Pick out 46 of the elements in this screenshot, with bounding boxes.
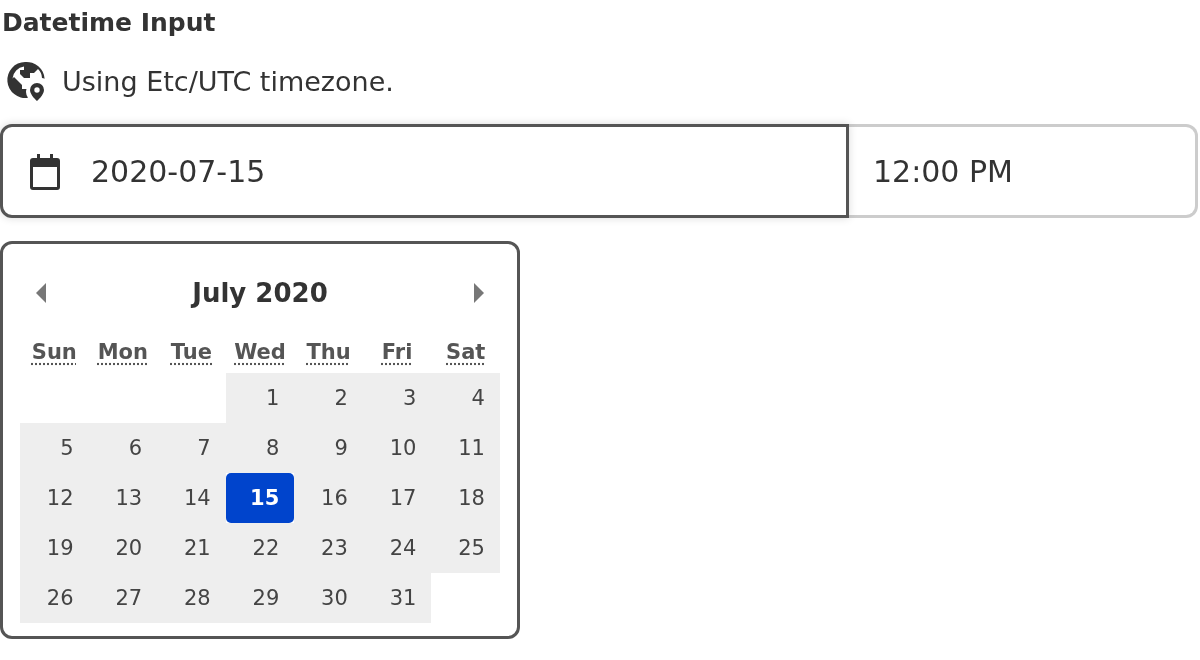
calendar-day[interactable]: 14 [157, 473, 226, 523]
calendar-day[interactable]: 22 [225, 523, 295, 573]
calendar-day[interactable]: 31 [362, 573, 432, 623]
weekday-header: Sun [31, 340, 77, 364]
globe-pin-icon [4, 60, 48, 102]
calendar-day[interactable]: 17 [362, 473, 432, 523]
weekday-header: Wed [234, 340, 286, 364]
calendar-day[interactable]: 1 [225, 373, 295, 423]
weekday-header: Tue [170, 340, 213, 364]
calendar-day[interactable]: 19 [20, 523, 89, 573]
calendar-day[interactable]: 6 [88, 423, 158, 473]
date-field[interactable]: 2020-07-15 [0, 124, 849, 218]
calendar-day[interactable]: 10 [362, 423, 432, 473]
calendar-day[interactable]: 4 [431, 373, 500, 423]
weekday-header: Sat [446, 340, 486, 364]
calendar-day[interactable]: 16 [294, 473, 363, 523]
calendar-day[interactable]: 2 [294, 373, 363, 423]
calendar-day[interactable]: 8 [225, 423, 295, 473]
month-title: July 2020 [192, 278, 328, 308]
calendar-day[interactable]: 5 [20, 423, 89, 473]
next-month-button[interactable] [472, 281, 486, 305]
calendar-day[interactable]: 9 [294, 423, 363, 473]
calendar-day[interactable]: 25 [431, 523, 500, 573]
weekday-header: Thu [306, 340, 351, 364]
calendar-day[interactable]: 28 [157, 573, 226, 623]
section-title: Datetime Input [1, 7, 216, 39]
calendar-day[interactable]: 7 [157, 423, 226, 473]
weekday-header: Mon [97, 340, 148, 364]
previous-month-button[interactable] [34, 281, 48, 305]
calendar-day[interactable]: 18 [431, 473, 500, 523]
calendar-day[interactable]: 15 [225, 473, 295, 523]
calendar-day[interactable]: 3 [362, 373, 432, 423]
calendar-day[interactable]: 20 [88, 523, 158, 573]
calendar-day[interactable]: 26 [20, 573, 89, 623]
calendar-day[interactable]: 24 [362, 523, 432, 573]
timezone-note: Using Etc/UTC timezone. [62, 65, 394, 97]
calendar-day[interactable]: 13 [88, 473, 158, 523]
calendar-day[interactable]: 23 [294, 523, 363, 573]
calendar-day[interactable]: 27 [88, 573, 158, 623]
time-field[interactable]: 12:00 PM [849, 124, 1198, 218]
weekday-header: Fri [381, 340, 413, 364]
calendar-day[interactable]: 11 [431, 423, 500, 473]
calendar-day[interactable]: 21 [157, 523, 226, 573]
calendar-day[interactable]: 30 [294, 573, 363, 623]
calendar-day[interactable]: 29 [225, 573, 295, 623]
calendar-day[interactable]: 12 [20, 473, 89, 523]
